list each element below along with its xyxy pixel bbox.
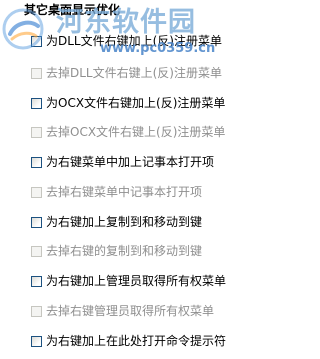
option-add-copy-move[interactable]: 为右键加上复制到和移动到键 [31,214,202,230]
checkbox [31,245,42,257]
option-label: 为OCX文件右键加上(反)注册菜单 [46,96,226,110]
option-unregister-ocx: 去掉OCX文件右键上(反)注册菜单 [31,124,225,140]
option-label: 去掉OCX文件右键上(反)注册菜单 [46,125,226,139]
checkbox [31,305,42,317]
option-label: 为右键加上复制到和移动到键 [46,215,203,229]
checkbox[interactable] [31,216,42,228]
checkbox[interactable] [31,97,42,109]
option-remove-copy-move: 去掉右键的复制到和移动到键 [31,243,202,259]
option-label: 为右键加上管理员取得所有权菜单 [46,274,227,288]
option-register-dll[interactable]: 为DLL文件右键加上(反)注册菜单 [31,33,222,49]
option-label: 去掉DLL文件右键上(反)注册菜单 [46,66,222,80]
option-add-notepad[interactable]: 为右键菜单中加上记事本打开项 [31,154,214,170]
option-list: 为DLL文件右键加上(反)注册菜单 去掉DLL文件右键上(反)注册菜单 为OCX… [0,0,296,359]
option-add-take-ownership[interactable]: 为右键加上管理员取得所有权菜单 [31,273,226,289]
option-remove-take-ownership: 去掉右键管理员取得所有权菜单 [31,303,214,319]
option-label: 为右键加上在此处打开命令提示符 [46,334,227,348]
checkbox[interactable] [31,275,42,287]
checkbox[interactable] [31,35,42,47]
option-label: 去掉右键管理员取得所有权菜单 [46,304,215,318]
checkbox [31,67,42,79]
option-add-cmd-here[interactable]: 为右键加上在此处打开命令提示符 [31,333,226,349]
option-label: 为DLL文件右键加上(反)注册菜单 [46,34,222,48]
option-register-ocx[interactable]: 为OCX文件右键加上(反)注册菜单 [31,95,225,111]
checkbox[interactable] [31,156,42,168]
option-remove-notepad: 去掉右键菜单中记事本打开项 [31,184,202,200]
option-label: 为右键菜单中加上记事本打开项 [46,155,215,169]
checkbox [31,186,42,198]
option-unregister-dll: 去掉DLL文件右键上(反)注册菜单 [31,65,222,81]
option-label: 去掉右键的复制到和移动到键 [46,244,203,258]
checkbox [31,126,42,138]
checkbox[interactable] [31,335,42,347]
option-label: 去掉右键菜单中记事本打开项 [46,185,203,199]
